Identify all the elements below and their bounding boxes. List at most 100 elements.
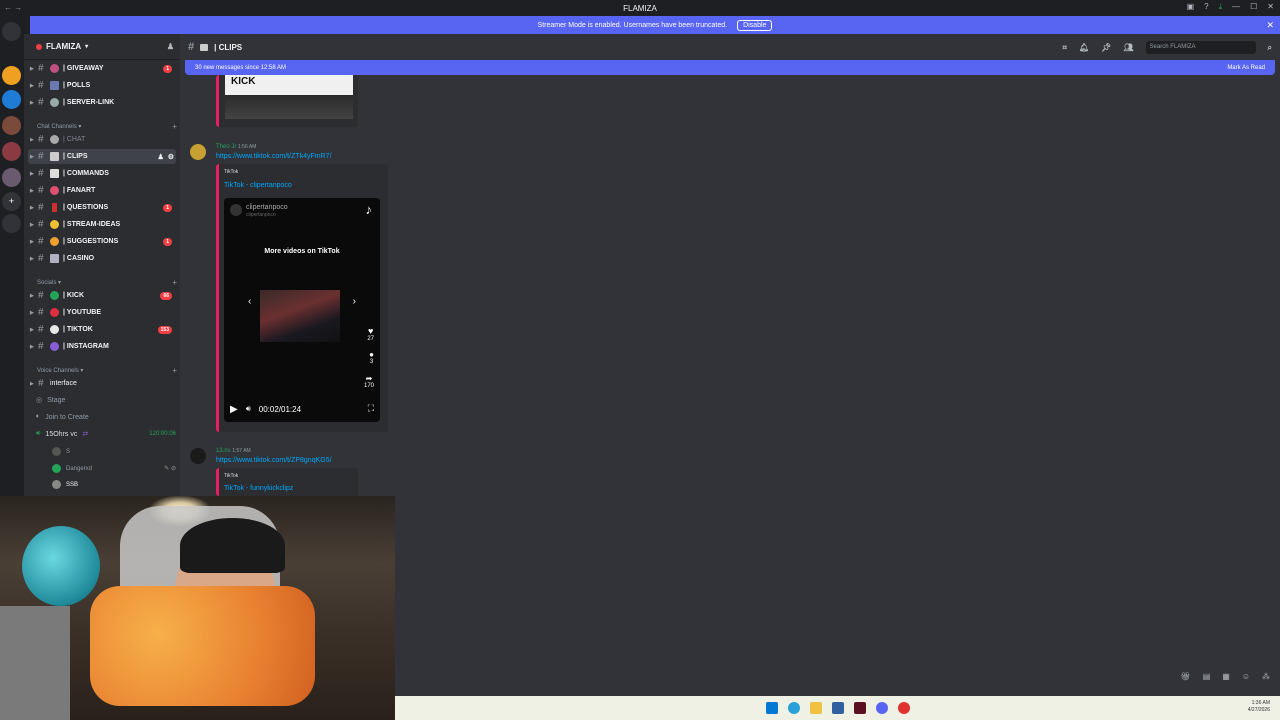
channel-clips[interactable]: ▶ # | CLIPS ♟ ⚙ [28,149,176,164]
category-label: Chat Channels [37,124,77,130]
message-author[interactable]: Theo Jr 1:56 AM [216,144,256,150]
nav-arrows[interactable]: ← → [4,3,22,12]
server-icon[interactable] [2,142,21,161]
channel-server-link[interactable]: ▶ # | SERVER-LINK [28,95,176,110]
search-input[interactable]: Search FLAMIZA [1145,41,1256,54]
home-icon[interactable] [2,22,21,41]
message-author[interactable]: 13.ns 1:57 AM [216,448,251,454]
likes-counter[interactable]: ♥ 27 [367,326,374,342]
close-icon[interactable]: ✕ [1267,2,1274,12]
voice-member[interactable]: SSB [52,480,176,489]
link-icon [50,98,59,107]
username[interactable]: 13.ns [216,448,231,454]
app-icon[interactable] [853,702,866,714]
add-channel-icon[interactable]: + [172,278,177,287]
voice-member[interactable]: S [52,447,176,456]
maximize-icon[interactable]: ☐ [1250,2,1257,12]
add-channel-icon[interactable]: + [172,366,177,375]
username[interactable]: Theo Jr [216,144,236,150]
add-server-icon[interactable]: + [2,192,21,211]
edge-icon[interactable] [787,702,800,714]
channel-stream-ideas[interactable]: ▶ # | STREAM-IDEAS [28,217,176,232]
gif-icon[interactable]: ▤ [1203,672,1211,681]
channel-stage[interactable]: ◎ Stage [36,396,176,405]
volume-icon[interactable]: 🔊︎ [246,404,251,414]
message-link[interactable]: https://www.tiktok.com/t/ZP8gnqKG5/ [216,457,332,464]
discord-icon[interactable] [875,702,888,714]
disable-button[interactable]: Disable [737,19,773,31]
sticker-icon[interactable]: ▦ [1222,672,1230,681]
apps-icon[interactable]: ⁂ [1262,672,1270,681]
prev-arrow-icon[interactable]: ‹ [248,296,251,307]
members-icon[interactable]: 👥︎ [1123,43,1133,52]
channel-label: interface [50,380,77,387]
category-voice-channels[interactable]: Voice Channels ▾ + [37,366,177,375]
chevron-right-icon: ▶ [30,326,34,333]
avatar[interactable] [190,448,206,464]
app-icon[interactable] [897,702,910,714]
inbox-icon[interactable]: ▣ [1187,2,1195,12]
server-icon[interactable] [2,90,21,109]
chevron-right-icon: ▶ [30,221,34,228]
add-member-icon[interactable]: ♟ [167,42,174,51]
comments-counter[interactable]: ● 3 [369,350,374,365]
help-icon[interactable]: ? [1204,2,1208,12]
channel-tiktok[interactable]: ▶ # | TIKTOK 153 [28,322,176,337]
channel-polls[interactable]: ▶ # | POLLS [28,78,176,93]
server-icon[interactable] [2,168,21,187]
new-messages-bar[interactable]: 30 new messages since 12:58 AM Mark As R… [185,60,1275,75]
file-explorer-icon[interactable] [809,702,822,714]
download-icon[interactable]: ⤓ [1219,2,1223,12]
server-icon[interactable] [2,66,21,85]
close-banner-icon[interactable]: ✕ [1266,20,1274,31]
embed-title[interactable]: TikTok - funnykickclipz [224,485,293,492]
add-channel-icon[interactable]: + [172,122,177,131]
tiktok-video-player[interactable]: clipertanpoco clipertanpoco ♪ More video… [224,198,380,422]
pin-icon[interactable]: 📌︎ [1101,43,1111,52]
channel-youtube[interactable]: ▶ # | YOUTUBE [28,305,176,320]
emoji-icon [50,169,59,178]
channel-interface[interactable]: ▶ # interface [28,376,176,391]
message-link[interactable]: https://www.tiktok.com/t/ZTk4yFmR7/ [216,153,332,160]
server-header[interactable]: FLAMIZA ▾ ♟ [24,34,180,60]
avatar[interactable] [190,144,206,160]
windows-start-icon[interactable] [765,702,778,714]
discover-icon[interactable] [2,214,21,233]
channel-join-to-create[interactable]: 🔈︎ Join to Create [36,413,176,421]
system-clock[interactable]: 1:36 AM 4/27/2026 [1248,700,1270,714]
category-socials[interactable]: Socials ▾ + [37,278,177,287]
notification-bell-icon[interactable]: 🔔︎ [1079,43,1089,52]
gift-icon[interactable]: 🎁︎ [1181,672,1191,681]
next-arrow-icon[interactable]: › [353,296,356,307]
minimize-icon[interactable]: — [1232,2,1240,12]
category-chat-channels[interactable]: Chat Channels ▾ + [37,122,177,131]
threads-icon[interactable]: ⌗ [1063,43,1068,53]
channel-questions[interactable]: ▶ # | QUESTIONS 1 [28,200,176,215]
voice-member[interactable]: Dangerxd ✎ ⊘ [52,464,176,473]
voice-timer: 120:00:06 [149,431,176,437]
emoji-icon[interactable]: ☺ [1242,672,1250,681]
channel-commands[interactable]: ▶ # | COMMANDS [28,166,176,181]
couch-image [0,606,70,720]
gear-icon[interactable]: ⚙ [168,153,174,161]
embed-title[interactable]: TikTok - clipertanpoco [224,182,292,189]
channel-voice-vc[interactable]: 🔊︎ 15Ohrs vc ⇄ 120:00:06 [36,430,176,438]
channel-chat[interactable]: ▶ # | CHAT [28,132,176,147]
mark-as-read-button[interactable]: Mark As Read [1227,65,1265,71]
channel-suggestions[interactable]: ▶ # | SUGGESTIONS 1 [28,234,176,249]
channel-casino[interactable]: ▶ # | CASINO [28,251,176,266]
play-icon[interactable]: ▶ [230,404,238,415]
video-thumbnail[interactable] [260,290,340,342]
app-icon[interactable] [831,702,844,714]
server-icon[interactable] [2,116,21,135]
message-input-tools: 🎁︎ ▤ ▦ ☺ ⁂ [1181,672,1270,681]
channel-kick[interactable]: ▶ # | KICK 66 [28,288,176,303]
channel-fanart[interactable]: ▶ # | FANART [28,183,176,198]
invite-icon[interactable]: ♟ [157,153,163,161]
shares-counter[interactable]: ➦ 170 [364,374,374,389]
channel-instagram[interactable]: ▶ # | INSTAGRAM [28,339,176,354]
window-controls[interactable]: ▣ ? ⤓ — ☐ ✕ [1187,2,1274,12]
search-icon[interactable]: ⌕ [1268,43,1272,53]
fullscreen-icon[interactable]: ⛶ [368,403,374,414]
channel-giveaway[interactable]: ▶ # | GIVEAWAY 1 [28,61,176,76]
